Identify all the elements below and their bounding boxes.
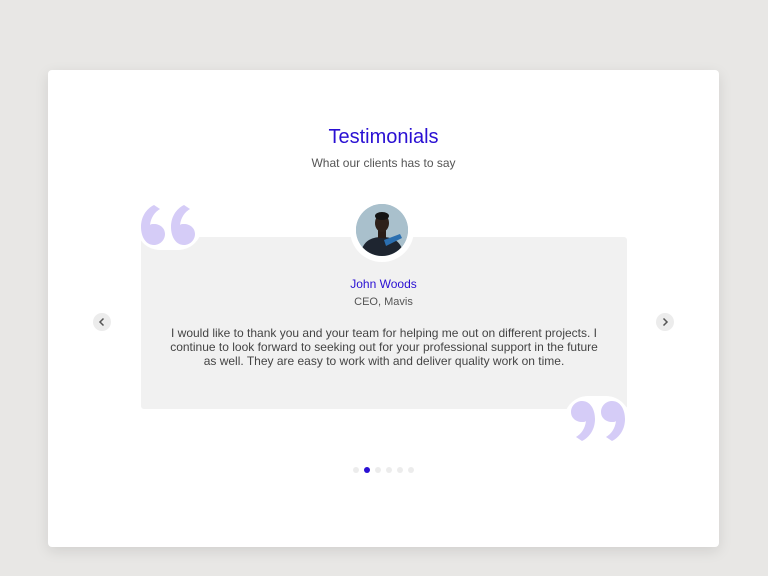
carousel-dot[interactable] [375, 467, 381, 473]
chevron-right-icon [662, 317, 669, 327]
carousel-dot[interactable] [397, 467, 403, 473]
client-name: John Woods [350, 277, 417, 291]
testimonials-card: Testimonials What our clients has to say… [48, 70, 719, 547]
next-button[interactable] [656, 313, 674, 331]
avatar-frame [350, 198, 414, 262]
close-quote-icon [564, 396, 630, 446]
testimonial-box [141, 237, 627, 409]
avatar [356, 204, 408, 256]
carousel-dot[interactable] [364, 467, 370, 473]
testimonial-text: I would like to thank you and your team … [170, 326, 598, 368]
section-subtitle: What our clients has to say [311, 156, 456, 170]
client-role: CEO, Mavis [354, 296, 413, 308]
carousel-dots [48, 467, 719, 473]
carousel-dot[interactable] [353, 467, 359, 473]
section-title: Testimonials [328, 126, 439, 148]
chevron-left-icon [98, 317, 105, 327]
carousel-dot[interactable] [408, 467, 414, 473]
carousel-dot[interactable] [386, 467, 392, 473]
open-quote-icon [136, 200, 202, 250]
previous-button[interactable] [93, 313, 111, 331]
